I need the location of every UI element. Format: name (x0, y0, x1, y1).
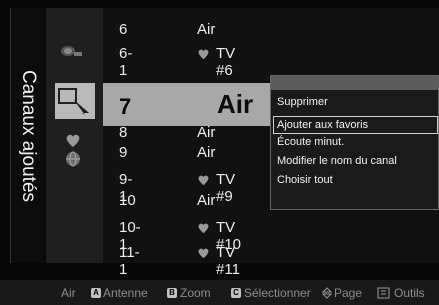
menu-header-bar (271, 76, 438, 90)
footer-tools-label[interactable]: Outils (394, 286, 425, 300)
b-button-icon[interactable]: B (167, 288, 177, 298)
side-title-panel: Canaux ajoutés (10, 8, 45, 263)
selected-channel-number: 7 (119, 94, 132, 119)
channel-name: TV #9 (216, 171, 236, 205)
tools-icon (377, 287, 390, 299)
menu-item-select-all[interactable]: Choisir tout (277, 174, 333, 186)
channel-name: Air (197, 124, 216, 141)
a-button-icon[interactable]: A (91, 288, 101, 298)
channel-number: 9 (119, 144, 128, 161)
channel-list-screen: Canaux ajoutés 6 Air 6-1 TV #6 7 Air 8 A… (0, 0, 439, 305)
favorite-heart-icon (198, 223, 209, 234)
channel-name: TV #11 (216, 244, 240, 278)
favorite-heart-icon (198, 248, 209, 259)
all-channels-cursor-icon (58, 88, 89, 115)
channel-number: 6 (119, 21, 128, 38)
channel-name: TV #6 (216, 45, 236, 79)
category-icon-column (46, 8, 103, 263)
channel-number: 11-1 (119, 244, 140, 278)
antenna-satellite-icon[interactable] (58, 41, 84, 61)
favorites-heart-icon[interactable] (65, 134, 81, 148)
menu-item-add-favorites[interactable]: Ajouter aux favoris (277, 119, 368, 131)
menu-item-delete[interactable]: Supprimer (277, 96, 328, 108)
channel-name: Air (197, 144, 216, 161)
menu-item-sleep-timer[interactable]: Écoute minut. (277, 136, 344, 148)
channel-name: Air (197, 21, 216, 38)
channel-name: Air (197, 192, 216, 209)
footer-air-label: Air (61, 286, 76, 300)
page-updown-icon (322, 287, 332, 299)
footer-zoom-label[interactable]: Zoom (180, 286, 211, 300)
menu-item-edit-name[interactable]: Modifier le nom du canal (277, 155, 397, 167)
channel-number: 6-1 (119, 45, 133, 79)
footer-select-label[interactable]: Sélectionner (244, 286, 311, 300)
footer-antenna-label[interactable]: Antenne (103, 286, 148, 300)
bottom-help-bar: Air A Antenne B Zoom C Sélectionner Page… (0, 280, 439, 305)
tools-popup-menu: Supprimer Ajouter aux favoris Écoute min… (270, 75, 439, 210)
channel-number: 10 (119, 192, 136, 209)
c-button-icon[interactable]: C (231, 288, 241, 298)
globe-icon[interactable] (65, 151, 81, 167)
footer-page-label[interactable]: Page (334, 286, 362, 300)
favorite-heart-icon (198, 49, 209, 60)
channel-number: 8 (119, 124, 128, 141)
favorite-heart-icon (198, 175, 209, 186)
page-title: Canaux ajoutés (18, 69, 39, 202)
selected-channel-name: Air (217, 89, 254, 119)
